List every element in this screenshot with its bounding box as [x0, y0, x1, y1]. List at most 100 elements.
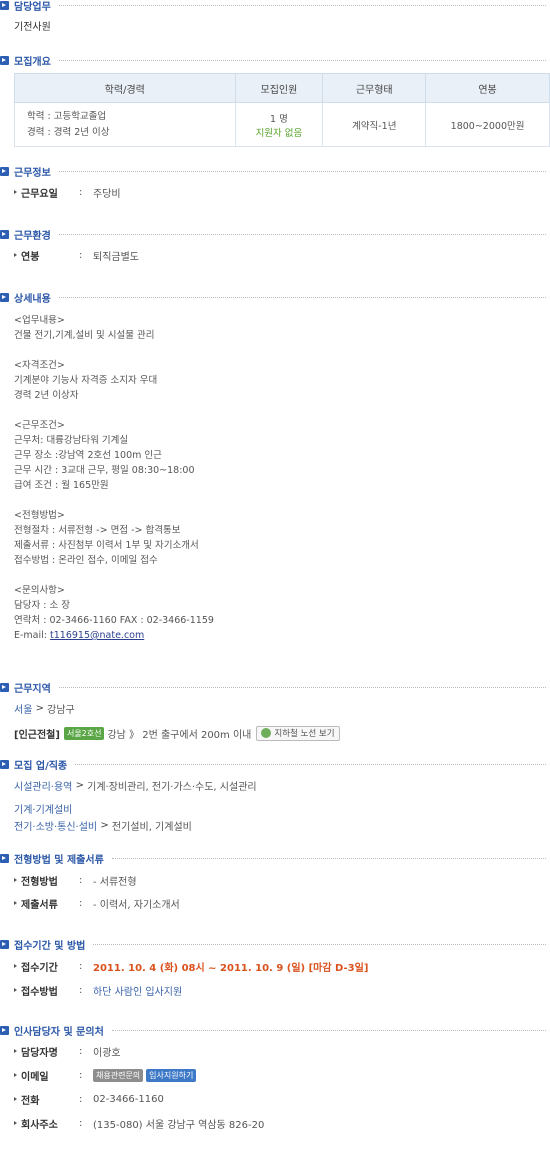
headcount-cell: 1 명 지원자 없음 — [234, 102, 324, 147]
inquiry-button[interactable]: 채용관련문의 — [93, 1068, 144, 1082]
section-title: 근무정보 — [14, 167, 51, 179]
bullet-icon — [14, 1049, 17, 1053]
detail-line: 근무 장소 :강남역 2호선 100m 인근 — [14, 450, 162, 461]
section-work-info: 근무정보 — [0, 164, 550, 179]
section-title: 전형방법 및 제출서류 — [14, 854, 104, 866]
work-day-row: 근무요일 : 주당비 — [14, 185, 121, 200]
detail-email-line: E-mail: t116915@nate.com — [14, 630, 145, 641]
section-title: 근무지역 — [14, 683, 51, 695]
bullet-icon — [14, 253, 17, 257]
category-link[interactable]: 전기·소방·통신·설비 — [14, 818, 97, 833]
contact-name-row: 담당자명 : 이광호 — [14, 1044, 121, 1059]
category-link[interactable]: 기계·기계설비 — [14, 801, 72, 816]
environment-value: 퇴직금별도 — [93, 251, 139, 263]
application-method-row: 접수방법 : 하단 사람인 입사지원 — [14, 983, 183, 998]
section-overview: 모집개요 — [0, 53, 550, 68]
section-arrow-icon — [0, 1025, 9, 1035]
career-text: 경력 : 경력 2년 이상 — [27, 126, 110, 138]
environment-row: 연봉 : 퇴직금별도 — [14, 248, 139, 263]
nearby-station-label: [인근전철] — [14, 729, 60, 741]
section-arrow-icon — [0, 682, 9, 692]
detail-line: 기계분야 기능사 자격증 소지자 우대 — [14, 375, 158, 386]
section-application: 접수기간 및 방법 — [0, 937, 550, 952]
detail-line — [14, 493, 214, 508]
contact-phone-row: 전화 : 02-3466-1160 — [14, 1092, 164, 1107]
process-docs-row: 제출서류 : - 이력서, 자기소개서 — [14, 896, 180, 911]
location-district: 강남구 — [47, 704, 75, 716]
bullet-icon — [14, 190, 17, 194]
application-method-value: 하단 사람인 입사지원 — [93, 986, 183, 998]
contact-email-row: 이메일 : 채용관련문의 입사지원하기 — [14, 1068, 197, 1083]
section-title: 담당업무 — [14, 1, 51, 13]
section-title: 모집개요 — [14, 56, 51, 68]
section-arrow-icon — [0, 0, 9, 10]
detail-line: <전형방법> — [14, 510, 65, 521]
headcount-text: 1 명 — [270, 113, 288, 125]
bullet-icon — [14, 1073, 17, 1077]
detail-email-link[interactable]: t116915@nate.com — [50, 630, 144, 641]
bullet-icon — [14, 1097, 17, 1101]
detail-line: 전형절차 : 서류전형 -> 면접 -> 합격통보 — [14, 525, 181, 536]
overview-table: 학력/경력 모집인원 근무형태 연봉 학력 : 고등학교졸업 경력 : 경력 2… — [14, 73, 550, 147]
section-arrow-icon — [0, 853, 9, 863]
section-process: 전형방법 및 제출서류 — [0, 851, 550, 866]
section-arrow-icon — [0, 759, 9, 769]
detail-line — [14, 403, 214, 418]
section-title: 근무환경 — [14, 230, 51, 242]
detail-line: 접수방법 : 온라인 접수, 이메일 접수 — [14, 555, 158, 566]
applicants-text: 지원자 없음 — [255, 127, 303, 139]
overview-header: 모집인원 — [234, 73, 324, 103]
subway-line-tag: 서울2호선 — [63, 726, 105, 740]
section-title: 모집 업/직종 — [14, 760, 68, 772]
station-text: 강남 》 2번 출구에서 200m 이내 — [107, 729, 252, 741]
bullet-icon — [14, 1121, 17, 1125]
detail-line: 담당자 : 소 장 — [14, 600, 70, 611]
nearby-station-row: [인근전철] 서울2호선 강남 》 2번 출구에서 200m 이내 지하철 노선… — [14, 725, 340, 741]
section-title: 접수기간 및 방법 — [14, 940, 86, 952]
work-day-value: 주당비 — [93, 188, 121, 200]
section-arrow-icon — [0, 55, 9, 65]
section-arrow-icon — [0, 166, 9, 176]
detail-line — [14, 343, 214, 358]
bullet-icon — [14, 988, 17, 992]
subway-map-icon — [261, 728, 272, 738]
bullet-icon — [14, 901, 17, 905]
work-day-label: 근무요일 — [21, 188, 58, 200]
location-city-link[interactable]: 서울 — [14, 701, 32, 716]
salary-cell: 1800~2000만원 — [425, 102, 550, 147]
section-title: 인사담당자 및 문의처 — [14, 1026, 104, 1038]
location-path: 서울 > 강남구 — [14, 701, 75, 716]
section-duty: 담당업무 — [0, 0, 550, 13]
details-body: <업무내용> 건물 전기,기계,설비 및 시설물 관리 <자격조건> 기계분야 … — [14, 313, 214, 643]
employment-type-cell: 계약직-1년 — [322, 102, 427, 147]
category-line-1: 시설관리·용역 > 기계·장비관리, 전기·가스·수도, 시설관리 — [14, 778, 257, 793]
subway-map-button[interactable]: 지하철 노선 보기 — [256, 725, 340, 741]
detail-line: 경력 2년 이상자 — [14, 390, 79, 401]
overview-header: 연봉 — [425, 73, 550, 103]
detail-line: 근무 시간 : 3교대 근무, 평일 08:30~18:00 — [14, 465, 195, 476]
category-line-3: 전기·소방·통신·설비 > 전기설비, 기계설비 — [14, 818, 192, 833]
section-contact: 인사담당자 및 문의처 — [0, 1023, 550, 1038]
apply-button[interactable]: 입사지원하기 — [146, 1068, 197, 1082]
detail-line: <문의사항> — [14, 585, 65, 596]
application-period-row: 접수기간 : 2011. 10. 4 (화) 08시 ~ 2011. 10. 9… — [14, 959, 368, 974]
section-arrow-icon — [0, 939, 9, 949]
contact-address-row: 회사주소 : (135-080) 서울 강남구 역삼동 826-20 — [14, 1116, 264, 1131]
detail-line: 제출서류 : 사진첨부 이력서 1부 및 자기소개서 — [14, 540, 199, 551]
detail-line: 급여 조건 : 월 165만원 — [14, 480, 109, 491]
education-text: 학력 : 고등학교졸업 — [27, 110, 107, 122]
overview-header: 근무형태 — [322, 73, 427, 103]
category-link[interactable]: 시설관리·용역 — [14, 778, 72, 793]
section-details: 상세내용 — [0, 290, 550, 305]
detail-line: 근무처: 대륭강남타워 기계실 — [14, 435, 129, 446]
environment-label: 연봉 — [21, 251, 40, 263]
detail-line — [14, 568, 214, 583]
detail-line: 건물 전기,기계,설비 및 시설물 관리 — [14, 330, 155, 341]
section-arrow-icon — [0, 229, 9, 239]
detail-line: <자격조건> — [14, 360, 65, 371]
detail-line: <업무내용> — [14, 315, 65, 326]
section-arrow-icon — [0, 292, 9, 302]
education-career-cell: 학력 : 고등학교졸업 경력 : 경력 2년 이상 — [14, 102, 236, 147]
bullet-icon — [14, 964, 17, 968]
category-line-2: 기계·기계설비 — [14, 801, 72, 816]
